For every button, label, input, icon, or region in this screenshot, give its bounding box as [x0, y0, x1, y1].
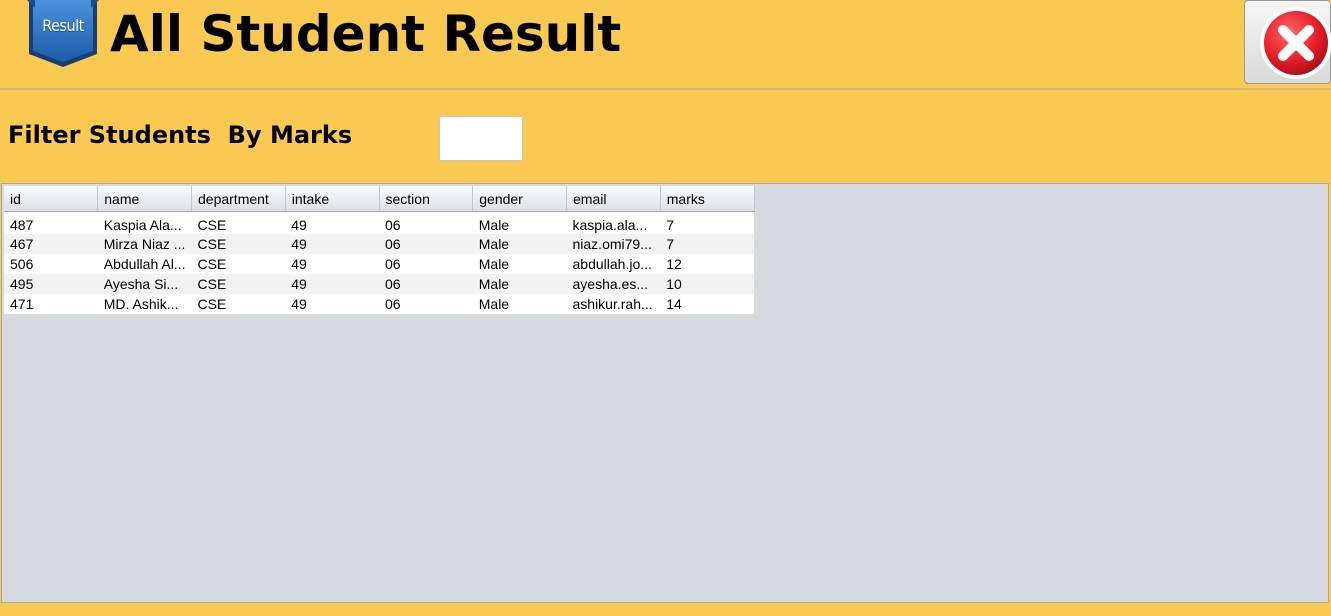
cell-intake: 49: [285, 294, 379, 314]
column-header-section[interactable]: section: [379, 186, 474, 212]
column-header-marks[interactable]: marks: [660, 186, 755, 212]
table-row[interactable]: 495 Ayesha Si... CSE 49 06 Male ayesha.e…: [4, 274, 754, 294]
result-logo: Result: [27, 0, 99, 68]
cell-email: ayesha.es...: [566, 274, 661, 294]
cell-intake: 49: [285, 234, 379, 254]
cell-section: 06: [379, 211, 473, 234]
cell-email: kaspia.ala...: [566, 211, 661, 234]
cell-intake: 49: [285, 211, 379, 234]
column-header-name[interactable]: name: [97, 186, 192, 212]
cell-id: 471: [4, 294, 98, 314]
cell-marks: 7: [660, 234, 754, 254]
marks-filter-input[interactable]: [439, 116, 523, 161]
table-row[interactable]: 487 Kaspia Ala... CSE 49 06 Male kaspia.…: [4, 211, 754, 234]
window-bottom-edge: [0, 603, 1331, 616]
table-header-row: id name department intake section gender…: [4, 186, 755, 212]
cell-department: CSE: [191, 274, 286, 294]
cell-name: MD. Ashik...: [97, 294, 192, 314]
cell-gender: Male: [472, 294, 567, 314]
cell-id: 467: [4, 234, 98, 254]
filter-label: Filter Students By Marks: [8, 121, 353, 149]
cell-email: abdullah.jo...: [566, 254, 661, 274]
cell-email: niaz.omi79...: [566, 234, 661, 254]
table-row[interactable]: 506 Abdullah Al... CSE 49 06 Male abdull…: [4, 254, 754, 274]
cell-department: CSE: [191, 234, 286, 254]
cell-marks: 12: [660, 254, 754, 274]
cell-intake: 49: [285, 274, 379, 294]
cell-id: 506: [4, 254, 98, 274]
column-header-id[interactable]: id: [4, 186, 99, 212]
cell-section: 06: [379, 294, 473, 314]
column-header-email[interactable]: email: [566, 186, 661, 212]
logo-label: Result: [42, 16, 84, 35]
cell-name: Abdullah Al...: [97, 254, 192, 274]
cell-department: CSE: [191, 294, 286, 314]
cell-email: ashikur.rah...: [566, 294, 661, 314]
table-row[interactable]: 467 Mirza Niaz ... CSE 49 06 Male niaz.o…: [4, 234, 754, 254]
cell-intake: 49: [285, 254, 379, 274]
cell-name: Kaspia Ala...: [97, 211, 192, 234]
page-title: All Student Result: [110, 5, 622, 63]
cell-gender: Male: [472, 211, 567, 234]
cell-section: 06: [379, 274, 473, 294]
close-icon: [1260, 7, 1331, 79]
cell-gender: Male: [472, 234, 567, 254]
results-table: id name department intake section gender…: [4, 186, 755, 314]
cell-marks: 14: [660, 294, 754, 314]
results-table-panel[interactable]: id name department intake section gender…: [1, 183, 1329, 603]
cell-id: 495: [4, 274, 98, 294]
cell-marks: 7: [660, 211, 754, 234]
cell-department: CSE: [191, 254, 286, 274]
cell-gender: Male: [472, 274, 567, 294]
cell-gender: Male: [472, 254, 567, 274]
header-divider: [0, 88, 1331, 90]
cell-name: Ayesha Si...: [97, 274, 192, 294]
cell-department: CSE: [191, 211, 286, 234]
table-row[interactable]: 471 MD. Ashik... CSE 49 06 Male ashikur.…: [4, 294, 754, 314]
cell-section: 06: [379, 234, 473, 254]
cell-section: 06: [379, 254, 473, 274]
cell-marks: 10: [660, 274, 754, 294]
column-header-intake[interactable]: intake: [285, 186, 380, 212]
close-button[interactable]: [1244, 0, 1331, 84]
column-header-gender[interactable]: gender: [472, 186, 567, 212]
column-header-department[interactable]: department: [191, 186, 286, 212]
cell-name: Mirza Niaz ...: [97, 234, 192, 254]
cell-id: 487: [4, 211, 98, 234]
